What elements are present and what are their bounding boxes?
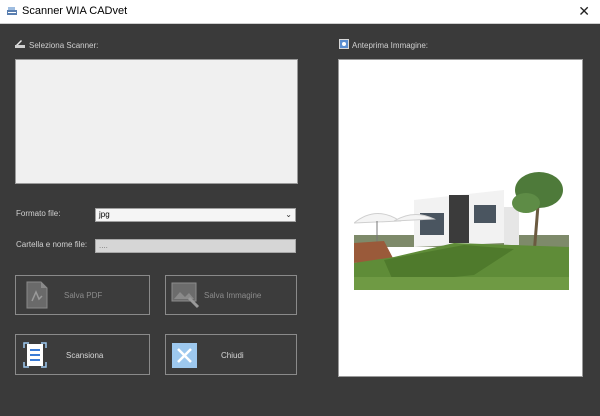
scan-document-icon: [23, 342, 47, 368]
save-pdf-label: Salva PDF: [64, 291, 103, 300]
image-hand-icon: [171, 282, 200, 309]
path-label: Cartella e nome file:: [16, 240, 88, 249]
preview-image: [354, 165, 569, 290]
format-label: Formato file:: [16, 209, 61, 218]
image-icon: [339, 39, 349, 49]
close-button[interactable]: Chiudi: [165, 334, 297, 375]
preview-label: Anteprima Immagine:: [352, 41, 429, 50]
save-pdf-button[interactable]: Salva PDF: [15, 275, 150, 315]
chevron-down-icon: ⌄: [285, 210, 292, 219]
scan-button[interactable]: Scansiona: [15, 334, 150, 375]
format-select[interactable]: jpg ⌄: [95, 208, 296, 222]
title-bar: Scanner WIA CADvet ✕: [0, 0, 600, 24]
scanner-icon: [15, 40, 25, 48]
image-preview: [338, 59, 583, 377]
scanner-list[interactable]: [15, 59, 298, 184]
scan-label: Scansiona: [66, 351, 104, 360]
window-close-button[interactable]: ✕: [578, 3, 590, 19]
window-title: Scanner WIA CADvet: [22, 5, 128, 17]
select-scanner-label: Seleziona Scanner:: [29, 41, 99, 50]
save-image-label: Salva Immagine: [204, 291, 262, 300]
scanner-icon: [7, 7, 17, 15]
close-label: Chiudi: [221, 351, 244, 360]
close-icon: [172, 343, 197, 368]
path-field[interactable]: ....: [95, 239, 296, 253]
path-field-placeholder: ....: [99, 241, 108, 250]
pdf-document-icon: [26, 281, 48, 309]
save-image-button[interactable]: Salva Immagine: [165, 275, 297, 315]
format-select-value: jpg: [99, 210, 110, 219]
